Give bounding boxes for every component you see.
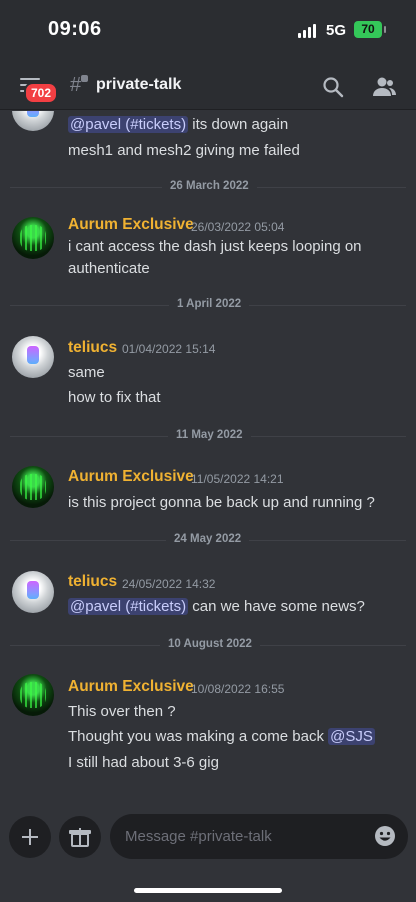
message-line: I still had about 3-6 gig bbox=[68, 754, 219, 771]
message-line: how to fix that bbox=[68, 389, 161, 406]
timestamp: 10/08/2022 16:55 bbox=[191, 682, 285, 696]
message-line: @pavel (#tickets) its down again bbox=[68, 116, 288, 133]
message-line: is this project gonna be back up and run… bbox=[68, 494, 375, 511]
date-divider-label: 24 May 2022 bbox=[166, 533, 250, 545]
emoji-icon[interactable] bbox=[374, 825, 396, 847]
avatar[interactable] bbox=[12, 217, 54, 259]
message-line: Thought you was making a come back @SJS bbox=[68, 728, 375, 745]
avatar[interactable] bbox=[12, 336, 54, 378]
message-line: i cant access the dash just keeps loopin… bbox=[68, 238, 362, 255]
message-line: @pavel (#tickets) can we have some news? bbox=[68, 598, 365, 615]
message-line: This over then ? bbox=[68, 703, 176, 720]
message-composer bbox=[0, 806, 416, 902]
unread-badge: 702 bbox=[24, 82, 59, 104]
status-time: 09:06 bbox=[48, 18, 102, 40]
avatar[interactable] bbox=[12, 111, 54, 131]
message-input[interactable] bbox=[110, 814, 408, 859]
message-text: Thought you was making a come back bbox=[68, 728, 329, 745]
message-text: its down again bbox=[188, 116, 289, 133]
channel-header: 702 # private-talk bbox=[0, 62, 416, 110]
mention[interactable]: @SJS bbox=[328, 728, 375, 745]
timestamp: 26/03/2022 05:04 bbox=[191, 220, 285, 234]
date-divider-label: 26 March 2022 bbox=[162, 180, 257, 192]
date-divider-label: 10 August 2022 bbox=[160, 638, 260, 650]
timestamp: 24/05/2022 14:32 bbox=[122, 577, 216, 591]
username[interactable]: teliucs bbox=[68, 573, 117, 591]
avatar[interactable] bbox=[12, 674, 54, 716]
avatar[interactable] bbox=[12, 571, 54, 613]
timestamp: 01/04/2022 15:14 bbox=[122, 342, 216, 356]
hashtag-lock-icon: # bbox=[70, 74, 82, 96]
date-divider-label: 11 May 2022 bbox=[168, 429, 251, 441]
message-text: can we have some news? bbox=[188, 598, 365, 615]
signal-icon bbox=[298, 24, 320, 38]
date-divider-label: 1 April 2022 bbox=[169, 298, 250, 310]
lock-icon bbox=[81, 75, 88, 82]
battery-icon: 70 bbox=[354, 21, 386, 38]
plus-button[interactable] bbox=[9, 816, 51, 858]
search-icon[interactable] bbox=[322, 76, 344, 98]
mention[interactable]: @pavel (#tickets) bbox=[68, 598, 189, 615]
status-bar: 09:06 5G 70 bbox=[0, 0, 416, 62]
network-type: 5G bbox=[326, 22, 347, 39]
username[interactable]: Aurum Exclusive bbox=[68, 678, 194, 696]
username[interactable]: Aurum Exclusive bbox=[68, 216, 194, 234]
message-line: authenticate bbox=[68, 260, 150, 277]
avatar[interactable] bbox=[12, 466, 54, 508]
message-line: same bbox=[68, 364, 105, 381]
channel-title[interactable]: private-talk bbox=[96, 76, 181, 94]
message-line: mesh1 and mesh2 giving me failed bbox=[68, 142, 300, 159]
message-list[interactable]: @pavel (#tickets) its down again mesh1 a… bbox=[0, 111, 416, 806]
mention[interactable]: @pavel (#tickets) bbox=[68, 116, 189, 133]
gift-button[interactable] bbox=[59, 816, 101, 858]
username[interactable]: teliucs bbox=[68, 339, 117, 357]
username[interactable]: Aurum Exclusive bbox=[68, 468, 194, 486]
timestamp: 11/05/2022 14:21 bbox=[191, 472, 284, 486]
home-indicator[interactable] bbox=[134, 888, 282, 893]
members-icon[interactable] bbox=[372, 76, 396, 98]
